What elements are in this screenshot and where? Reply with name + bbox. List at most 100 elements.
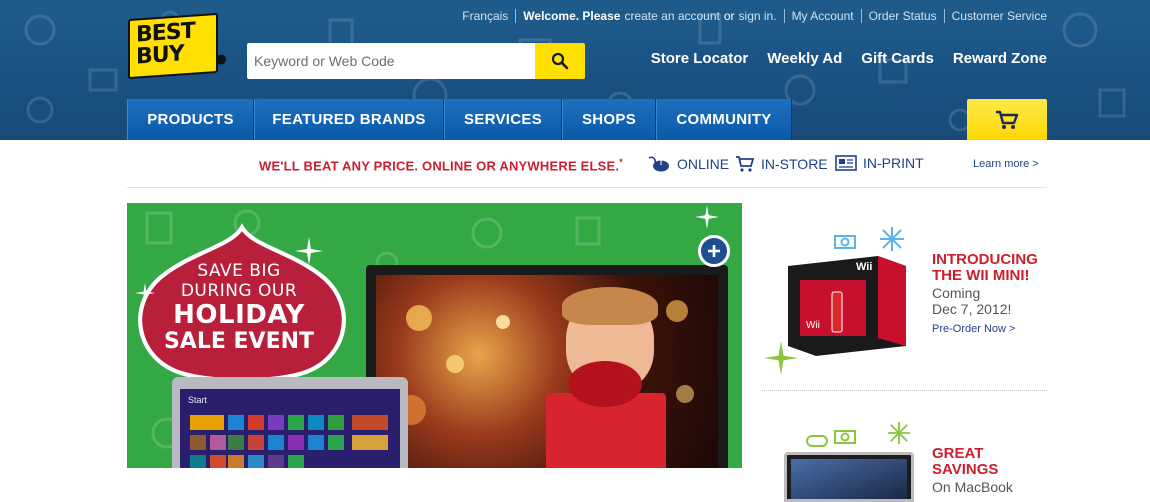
bokeh-light bbox=[496, 315, 510, 329]
quick-links: Store Locator Weekly Ad Gift Cards Rewar… bbox=[651, 50, 1047, 67]
divider bbox=[943, 9, 945, 23]
tile bbox=[268, 415, 284, 430]
asterisk: * bbox=[619, 157, 623, 167]
newspaper-icon bbox=[835, 155, 857, 171]
zoom-button[interactable] bbox=[698, 235, 730, 267]
search-input[interactable] bbox=[247, 43, 535, 79]
sale-line-3: HOLIDAY bbox=[173, 300, 305, 330]
mouse-icon bbox=[648, 156, 669, 172]
price-match-headline: WE'LL BEAT ANY PRICE. ONLINE OR ANYWHERE… bbox=[259, 158, 620, 174]
tile bbox=[308, 415, 324, 430]
macbook-ad[interactable]: GREAT SAVINGS On MacBook bbox=[762, 408, 1047, 502]
logo-text: BEST BUY bbox=[136, 18, 195, 70]
welcome-text: Welcome. Please bbox=[523, 9, 621, 23]
tile bbox=[288, 415, 304, 430]
tile bbox=[288, 435, 304, 450]
macbook-image bbox=[784, 452, 914, 502]
cart-icon bbox=[996, 110, 1019, 129]
tile bbox=[352, 415, 388, 430]
tile bbox=[228, 415, 244, 430]
wii-mini-box-image: Wii bbox=[788, 256, 906, 356]
nav-featured-brands[interactable]: FEATURED BRANDS bbox=[254, 99, 444, 140]
tile bbox=[190, 455, 206, 468]
reward-zone-link[interactable]: Reward Zone bbox=[953, 50, 1047, 67]
tile bbox=[268, 455, 284, 468]
tile bbox=[308, 435, 324, 450]
start-label: Start bbox=[188, 395, 208, 405]
cart-icon bbox=[736, 156, 755, 172]
sparkle-icon bbox=[135, 283, 155, 303]
tile bbox=[210, 455, 226, 468]
nav-products[interactable]: PRODUCTS bbox=[127, 99, 254, 140]
tile bbox=[210, 435, 226, 450]
divider bbox=[515, 9, 517, 23]
or-text: or bbox=[723, 9, 735, 23]
order-status-link[interactable]: Order Status bbox=[869, 9, 937, 23]
pre-order-link[interactable]: Pre-Order Now > bbox=[932, 323, 1015, 335]
wii-subtext-1: Coming bbox=[932, 285, 981, 301]
sparkle-icon bbox=[295, 237, 323, 265]
francais-link[interactable]: Français bbox=[462, 9, 508, 23]
tile bbox=[248, 435, 264, 450]
tile bbox=[248, 415, 264, 430]
sale-line-2: DURING OUR bbox=[180, 281, 298, 301]
channel-in-store-label: IN-STORE bbox=[761, 156, 828, 172]
wii-headline-2: THE WII MINI! bbox=[932, 267, 1030, 284]
tile bbox=[190, 435, 206, 450]
cart-button[interactable] bbox=[967, 99, 1047, 140]
tile bbox=[228, 435, 244, 450]
svg-text:Wii: Wii bbox=[806, 320, 820, 331]
tile bbox=[248, 455, 264, 468]
nav-shops[interactable]: SHOPS bbox=[562, 99, 656, 140]
nav-community[interactable]: COMMUNITY bbox=[656, 99, 792, 140]
create-account-link[interactable]: create an account bbox=[624, 9, 719, 23]
best-buy-logo[interactable]: BEST BUY bbox=[128, 12, 226, 80]
bokeh-light bbox=[406, 305, 432, 331]
store-locator-link[interactable]: Store Locator bbox=[651, 50, 749, 67]
macbook-headline-1: GREAT bbox=[932, 445, 984, 462]
search-bar bbox=[247, 43, 585, 79]
tile bbox=[352, 435, 388, 450]
gift-bow bbox=[568, 361, 642, 407]
price-match-text: WE'LL BEAT ANY PRICE. ONLINE OR ANYWHERE… bbox=[259, 157, 623, 173]
wii-subtext-2: Dec 7, 2012! bbox=[932, 301, 1012, 317]
weekly-ad-link[interactable]: Weekly Ad bbox=[767, 50, 842, 67]
channel-in-print: IN-PRINT bbox=[835, 155, 924, 171]
macbook-screen bbox=[791, 459, 907, 499]
search-button[interactable] bbox=[535, 43, 585, 79]
main-nav: PRODUCTS FEATURED BRANDS SERVICES SHOPS … bbox=[127, 99, 792, 140]
tile bbox=[190, 415, 224, 430]
price-match-banner: WE'LL BEAT ANY PRICE. ONLINE OR ANYWHERE… bbox=[127, 140, 1047, 188]
tile bbox=[328, 415, 344, 430]
laptop-screen: Start bbox=[180, 389, 400, 468]
sparkle-icon bbox=[695, 205, 719, 229]
bokeh-light bbox=[666, 300, 688, 322]
my-account-link[interactable]: My Account bbox=[792, 9, 854, 23]
tile bbox=[288, 455, 304, 468]
divider bbox=[860, 9, 862, 23]
wii-mini-ad[interactable]: Wii Wii INTRODUCING THE WII MINI! Coming… bbox=[762, 203, 1047, 391]
sign-in-link[interactable]: sign in. bbox=[739, 9, 777, 23]
game-controller-icon bbox=[806, 435, 828, 447]
tile bbox=[328, 435, 344, 450]
tile bbox=[268, 435, 284, 450]
utility-links: Français Welcome. Please create an accou… bbox=[462, 8, 1047, 24]
laptop-product-image: Start bbox=[172, 377, 408, 468]
wii-box-label: Wii bbox=[856, 261, 873, 273]
camera-icon bbox=[834, 430, 856, 444]
plus-icon bbox=[708, 245, 720, 257]
bokeh-light bbox=[446, 355, 464, 373]
learn-more-link[interactable]: Learn more > bbox=[973, 158, 1039, 170]
tv-product-image: LG bbox=[366, 265, 728, 468]
site-header: BEST BUY Français Welcome. Please create… bbox=[0, 0, 1150, 140]
holiday-sale-text: SAVE BIG DURING OUR HOLIDAY SALE EVENT bbox=[139, 261, 339, 355]
holiday-sale-hero[interactable]: SAVE BIG DURING OUR HOLIDAY SALE EVENT L… bbox=[127, 203, 742, 468]
nav-services[interactable]: SERVICES bbox=[444, 99, 562, 140]
customer-service-link[interactable]: Customer Service bbox=[952, 9, 1047, 23]
gift-cards-link[interactable]: Gift Cards bbox=[861, 50, 934, 67]
channel-in-store: IN-STORE bbox=[735, 155, 828, 173]
channel-online-label: ONLINE bbox=[677, 156, 730, 172]
snowflake-icon bbox=[888, 422, 910, 444]
bokeh-light bbox=[676, 385, 694, 403]
wii-headline-1: INTRODUCING bbox=[932, 251, 1038, 268]
